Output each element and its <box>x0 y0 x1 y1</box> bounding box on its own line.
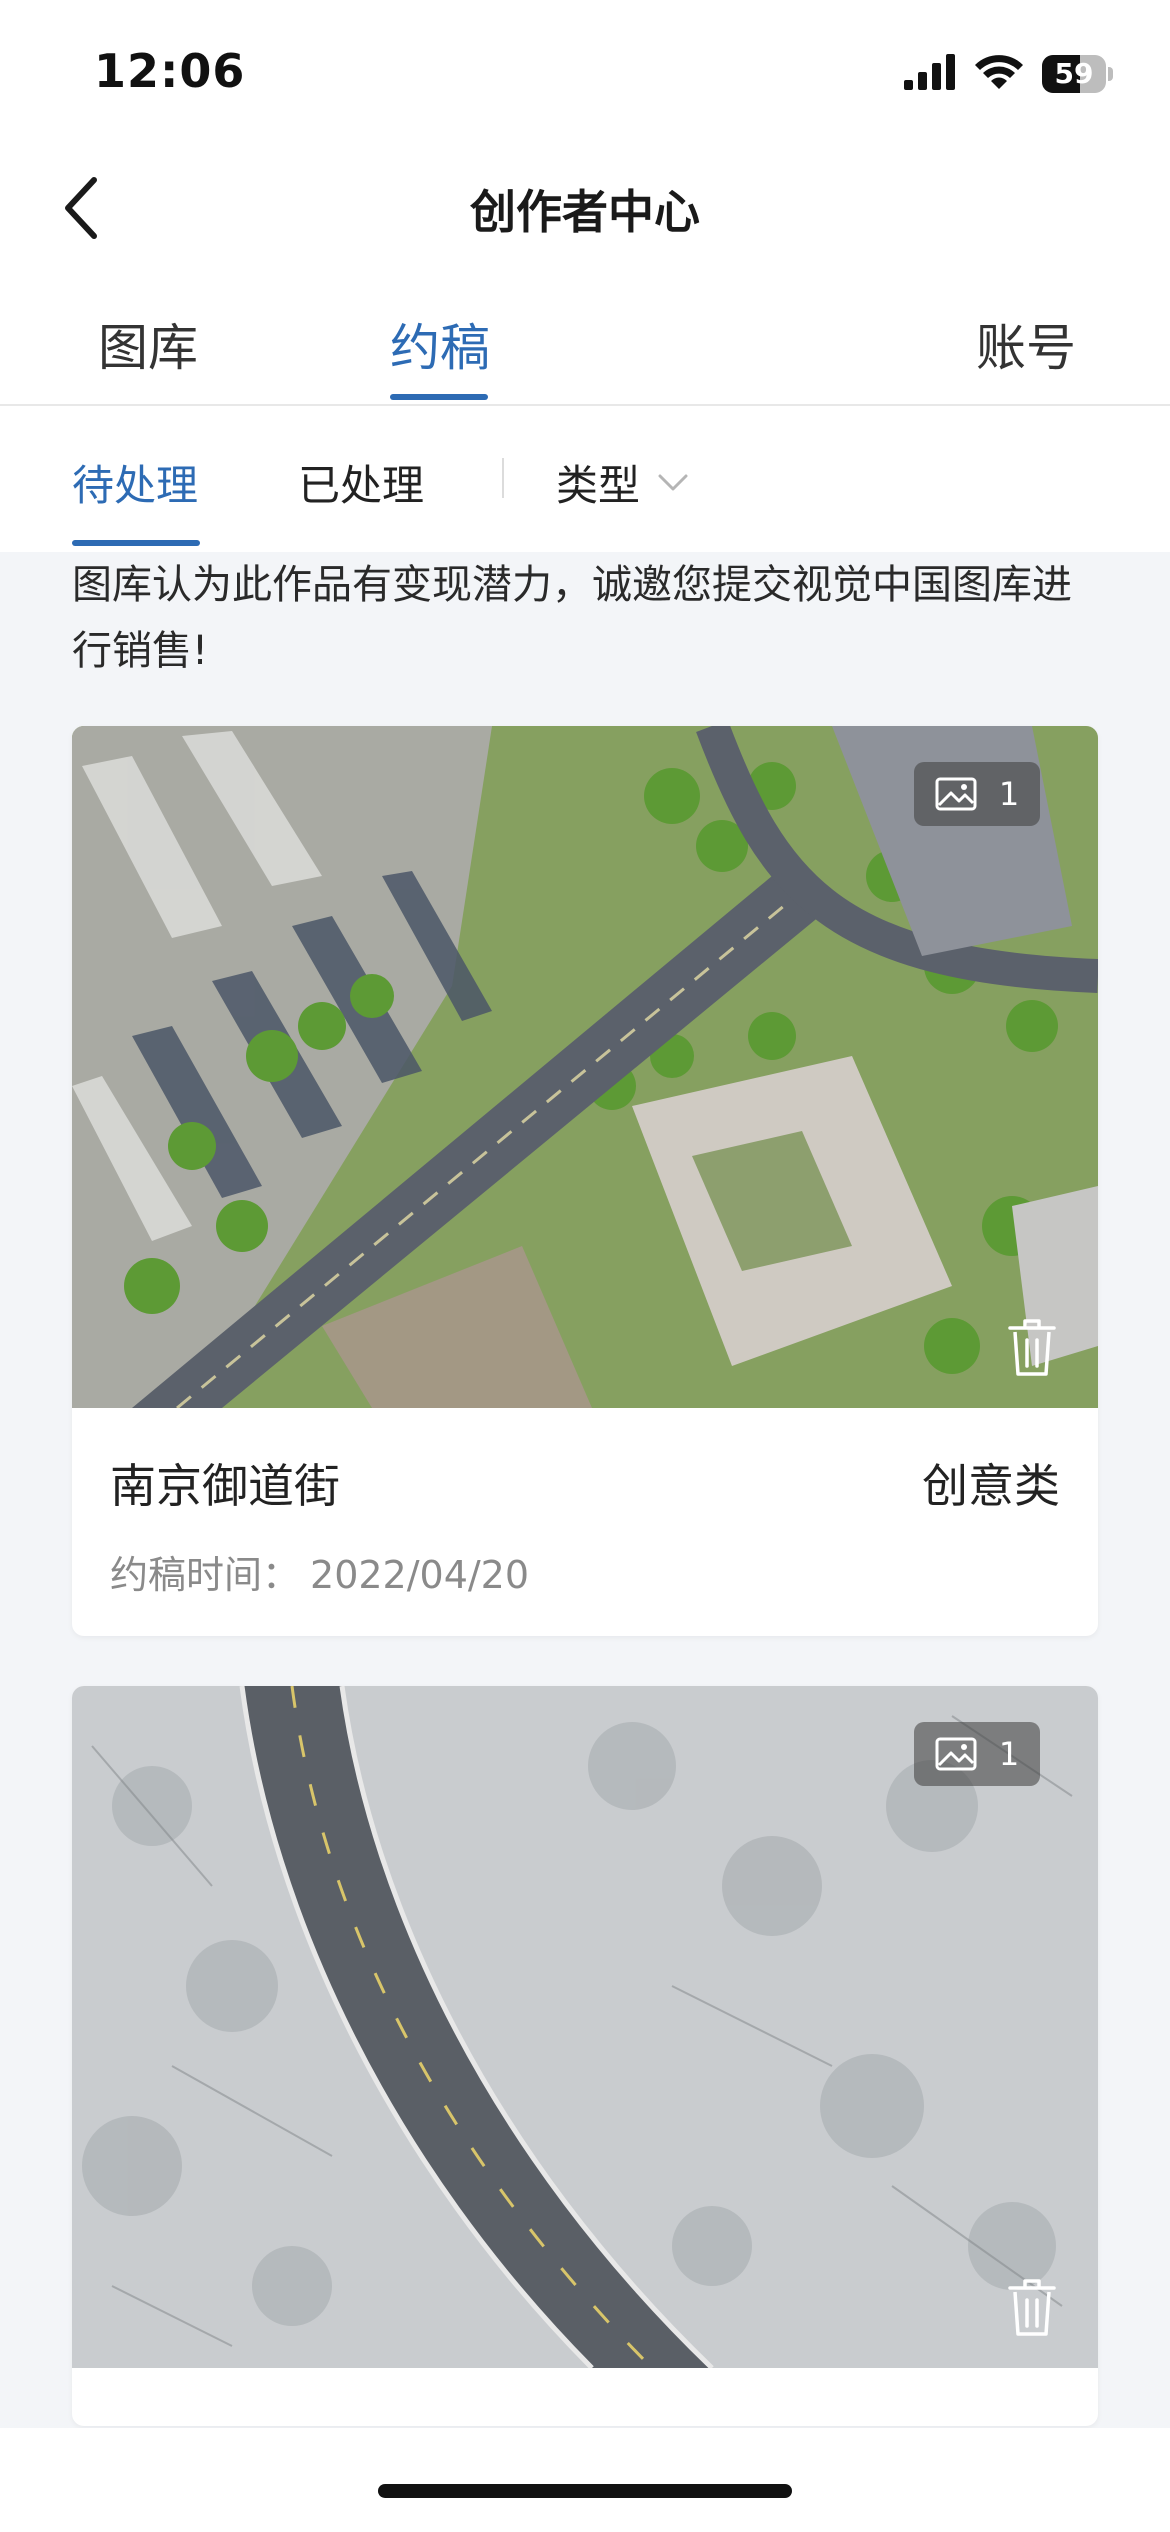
battery-level: 59 <box>1054 57 1094 90</box>
image-count: 1 <box>998 775 1020 813</box>
card-title: 南京御道街 <box>110 1459 340 1513</box>
bottom-bar <box>0 2428 1170 2532</box>
cellular-signal-icon <box>904 54 956 94</box>
card-info: 南京御道街 创意类 约稿时间： 2022/04/20 <box>72 1408 1098 1636</box>
card-category: 创意类 <box>922 1459 1060 1513</box>
date-value: 2022/04/20 <box>310 1553 530 1597</box>
subtab-processed[interactable]: 已处理 <box>298 452 424 513</box>
commission-card[interactable]: 1 南京御道街 创意类 约稿时间： 2022/04/20 <box>72 726 1098 1636</box>
chevron-down-icon <box>658 474 688 490</box>
card-info <box>72 2368 1098 2426</box>
delete-button[interactable] <box>1000 1312 1064 1384</box>
aerial-snow-road-photo[interactable]: 1 <box>72 1686 1098 2368</box>
image-icon <box>935 1737 977 1771</box>
main-tabs: 图库 约稿 账号 <box>0 290 1170 406</box>
aerial-city-photo[interactable]: 1 <box>72 726 1098 1408</box>
type-filter-label: 类型 <box>556 461 641 510</box>
status-icons: 59 <box>904 52 1113 96</box>
battery-icon: 59 <box>1042 55 1113 93</box>
image-count: 1 <box>998 1735 1020 1773</box>
sub-tabs: 待处理 已处理 类型 <box>0 408 1170 552</box>
type-filter-dropdown[interactable]: 类型 <box>556 452 688 513</box>
tab-commission[interactable]: 约稿 <box>390 308 490 380</box>
active-tab-indicator <box>390 394 488 400</box>
invitation-notice: 图库认为此作品有变现潜力，诚邀您提交视觉中国图库进行销售! <box>72 562 1072 674</box>
status-bar: 12:06 59 <box>0 0 1170 140</box>
trash-icon <box>1008 1319 1056 1376</box>
image-icon <box>935 777 977 811</box>
image-count-badge: 1 <box>914 1722 1040 1786</box>
card-date-row: 约稿时间： 2022/04/20 <box>110 1544 529 1599</box>
commission-card[interactable]: 1 <box>72 1686 1098 2426</box>
date-label: 约稿时间： <box>110 1553 301 1597</box>
trash-icon <box>1008 2279 1056 2336</box>
subtab-pending[interactable]: 待处理 <box>72 452 198 513</box>
divider <box>502 458 504 498</box>
status-time: 12:06 <box>94 44 246 98</box>
navigation-bar: 创作者中心 <box>0 150 1170 266</box>
image-count-badge: 1 <box>914 762 1040 826</box>
page-title: 创作者中心 <box>470 185 700 239</box>
home-indicator[interactable] <box>378 2484 792 2498</box>
active-subtab-indicator <box>72 540 200 546</box>
tab-gallery[interactable]: 图库 <box>98 308 198 380</box>
delete-button[interactable] <box>1000 2272 1064 2344</box>
tab-account[interactable]: 账号 <box>976 308 1076 380</box>
wifi-icon <box>974 53 1024 95</box>
